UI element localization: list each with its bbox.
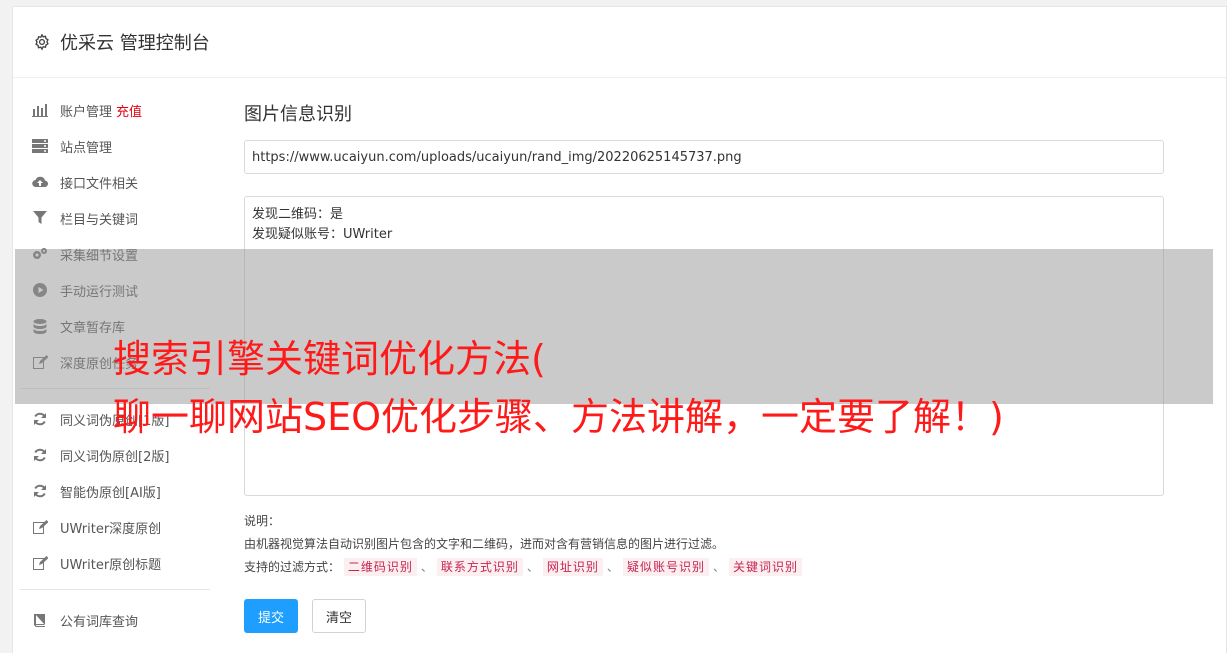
book-icon <box>32 612 48 628</box>
tag-separator: 、 <box>712 560 725 574</box>
server-icon <box>32 138 48 154</box>
sidebar-item-columns[interactable]: 栏目与关键词 <box>20 200 210 236</box>
refresh-icon <box>32 483 48 499</box>
recharge-link[interactable]: 充值 <box>116 101 142 120</box>
image-url-input[interactable] <box>244 140 1164 174</box>
sidebar-item-interface[interactable]: 接口文件相关 <box>20 164 210 200</box>
tag-separator: 、 <box>526 560 539 574</box>
page-title: 图片信息识别 <box>244 104 352 125</box>
overlay-headline-line1: 搜索引擎关键词优化方法( <box>113 337 546 381</box>
sidebar-divider <box>20 589 210 590</box>
filter-tag-qrcode: 二维码识别 <box>343 558 417 576</box>
description: 说明： 由机器视觉算法自动识别图片包含的文字和二维码，进而对含有营销信息的图片进… <box>244 510 1166 579</box>
console-title: 优采云 管理控制台 <box>60 33 210 54</box>
action-buttons: 提交 清空 <box>244 599 1166 633</box>
edit-icon <box>32 555 48 571</box>
gear-icon <box>33 33 51 51</box>
filter-methods: 支持的过滤方式： 二维码识别、联系方式识别、网址识别、疑似账号识别、关键词识别 <box>244 556 1166 579</box>
sidebar-item-label: 公有词库查询 <box>60 614 139 630</box>
clear-button[interactable]: 清空 <box>312 599 367 633</box>
description-text: 由机器视觉算法自动识别图片包含的文字和二维码，进而对含有营销信息的图片进行过滤。 <box>244 537 725 551</box>
sidebar-item-label: 智能伪原创[AI版] <box>60 485 161 501</box>
sidebar-item-label: 站点管理 <box>60 140 113 156</box>
result-line: 发现二维码：是 <box>252 207 344 222</box>
overlay-headline-line2: 聊一聊网站SEO优化步骤、方法讲解，一定要了解！) <box>113 395 1004 439</box>
sidebar-item-account[interactable]: 账户管理 充值 <box>20 92 210 128</box>
sidebar-item-label: UWriter深度原创 <box>60 521 162 537</box>
filter-tag-suspect-account: 疑似账号识别 <box>622 558 709 576</box>
refresh-icon <box>32 447 48 463</box>
console-header: 优采云 管理控制台 <box>13 7 1226 78</box>
sidebar-item-public-lexicon[interactable]: 公有词库查询 <box>20 602 210 638</box>
tag-separator: 、 <box>606 560 619 574</box>
refresh-icon <box>32 411 48 427</box>
filter-methods-label: 支持的过滤方式： <box>244 560 341 574</box>
sidebar-item-label: 同义词伪原创[2版] <box>60 449 170 465</box>
sidebar-item-sites[interactable]: 站点管理 <box>20 128 210 164</box>
cloud-upload-icon <box>32 174 48 190</box>
filter-icon <box>32 210 48 226</box>
filter-tag-contact: 联系方式识别 <box>436 558 523 576</box>
tag-separator: 、 <box>420 560 433 574</box>
description-label: 说明： <box>244 514 281 528</box>
result-line: 发现疑似账号：UWriter <box>252 227 393 242</box>
sidebar-item-label: 账户管理 <box>60 104 113 120</box>
filter-tag-url: 网址识别 <box>542 558 603 576</box>
sidebar-item-ai-rewrite[interactable]: 智能伪原创[AI版] <box>20 473 210 509</box>
bar-chart-icon <box>32 102 48 118</box>
overlay-headline: 搜索引擎关键词优化方法( 聊一聊网站SEO优化步骤、方法讲解，一定要了解！) <box>113 330 1213 446</box>
sidebar-item-uwriter-title[interactable]: UWriter原创标题 <box>20 545 210 581</box>
sidebar-item-label: 接口文件相关 <box>60 176 139 192</box>
edit-icon <box>32 519 48 535</box>
sidebar-item-label: 栏目与关键词 <box>60 212 139 228</box>
submit-button[interactable]: 提交 <box>244 599 299 633</box>
sidebar-item-uwriter-original[interactable]: UWriter深度原创 <box>20 509 210 545</box>
filter-tag-keyword: 关键词识别 <box>728 558 802 576</box>
sidebar-item-label: UWriter原创标题 <box>60 557 162 573</box>
